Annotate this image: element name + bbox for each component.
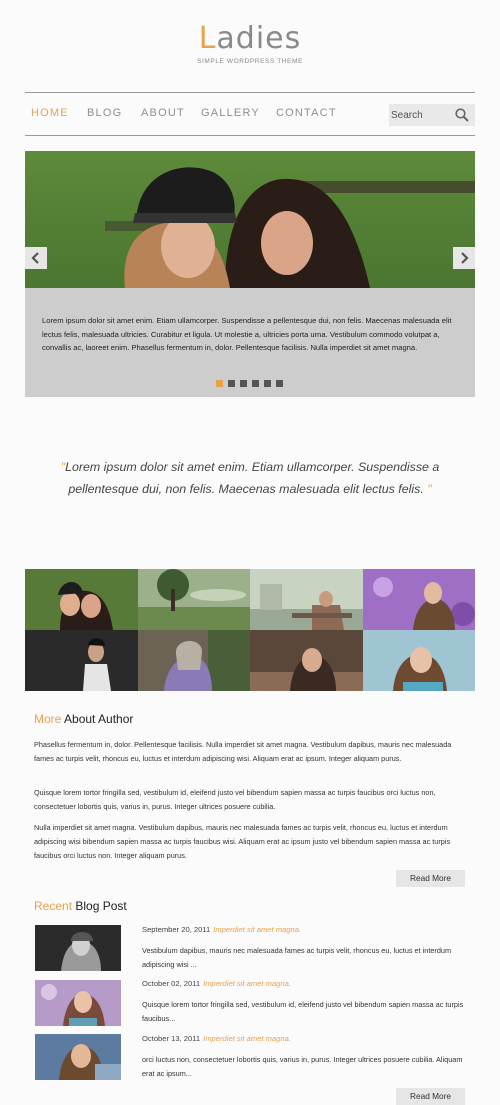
slide-caption-text: Lorem ipsum dolor sit amet enim. Etiam u… [42,316,452,352]
slider-dot[interactable] [264,380,271,387]
slider-dot[interactable] [216,380,223,387]
blog-post-excerpt: Quisque lorem tortor fringilla sed, vest… [142,1000,464,1023]
nav-item-about[interactable]: ABOUT [141,107,185,119]
blog-title-accent: Recent [34,899,73,913]
gallery-thumbnail[interactable] [25,630,138,691]
blog-post-excerpt: orci luctus non, consectetuer lobortis q… [142,1055,463,1078]
post-title-link[interactable]: Imperdiet sit amet magna. [203,1034,291,1043]
slider-dot[interactable] [240,380,247,387]
blog-post-excerpt: Vestibulum dapibus, mauris nec malesuada… [142,946,452,969]
site-logo[interactable]: Ladies SIMPLE WORDPRESS THEME [0,22,500,66]
about-paragraph: Quisque lorem tortor fringilla sed, vest… [34,788,436,811]
chevron-right-icon [461,252,469,264]
magnifier-icon[interactable] [455,108,469,122]
about-title-accent: More [34,712,62,726]
blog-post-thumbnail[interactable] [35,980,121,1026]
blog-read-more-button[interactable]: Read More [396,1088,465,1105]
slider-dot[interactable] [252,380,259,387]
gallery-thumbnail[interactable] [362,630,475,691]
main-navigation: HOME BLOG ABOUT GALLERY CONTACT [25,92,475,136]
logo-title-rest: adies [216,21,302,56]
gallery-thumbnail[interactable] [137,630,250,691]
gallery-thumbnail[interactable] [137,569,250,630]
about-section-title: More About Author [34,712,133,726]
blog-post-thumbnail[interactable] [35,1034,121,1080]
about-title-rest: About Author [61,712,134,726]
post-date: October 13, 2011 [142,1034,201,1043]
post-date: October 02, 2011 [142,979,201,988]
logo-tagline: SIMPLE WORDPRESS THEME [197,58,303,65]
chevron-left-icon [31,252,39,264]
gallery-thumbnail[interactable] [250,569,363,630]
about-paragraph: Phasellus fermentum in, dolor. Pellentes… [34,740,452,763]
about-read-more-button[interactable]: Read More [396,870,465,887]
nav-item-contact[interactable]: CONTACT [276,107,337,119]
search-box [389,104,475,126]
nav-item-blog[interactable]: BLOG [87,107,122,119]
blog-post-thumbnail[interactable] [35,925,121,971]
slider-dot[interactable] [228,380,235,387]
slider-next-button[interactable] [453,247,475,269]
slider-pagination [216,380,288,387]
about-paragraph: Nulla imperdiet sit amet magna. Vestibul… [34,823,451,860]
gallery-thumbnail[interactable] [362,569,475,630]
logo-accent-letter: L [198,21,217,56]
slide-caption: Lorem ipsum dolor sit amet enim. Etiam u… [25,288,475,397]
blog-post-meta: September 20, 2011 Imperdiet sit amet mag… [142,925,301,934]
blog-post-meta: October 13, 2011 Imperdiet sit amet magna… [142,1034,291,1043]
blog-post-meta: October 02, 2011 Imperdiet sit amet magna… [142,979,291,988]
post-title-link[interactable]: Imperdiet sit amet magna. [213,925,301,934]
post-title-link[interactable]: Imperdiet sit amet magna. [203,979,291,988]
post-date: September 20, 2011 [142,925,211,934]
gallery-thumbnail[interactable] [25,569,138,630]
logo-title: Ladies [0,22,500,56]
nav-item-home[interactable]: HOME [31,107,69,119]
quote-close-mark: " [423,482,432,496]
featured-slider: Lorem ipsum dolor sit amet enim. Etiam u… [25,151,475,397]
slide-photo [25,151,475,288]
gallery-thumbnail[interactable] [250,630,363,691]
featured-quote: "Lorem ipsum dolor sit amet enim. Etiam … [40,456,460,500]
blog-section-title: Recent Blog Post [34,899,127,913]
photo-gallery [25,569,475,691]
nav-item-gallery[interactable]: GALLERY [201,107,260,119]
slider-prev-button[interactable] [25,247,47,269]
quote-text: Lorem ipsum dolor sit amet enim. Etiam u… [65,460,440,496]
blog-title-rest: Blog Post [72,899,127,913]
search-input[interactable] [389,104,451,126]
slider-dot[interactable] [276,380,283,387]
